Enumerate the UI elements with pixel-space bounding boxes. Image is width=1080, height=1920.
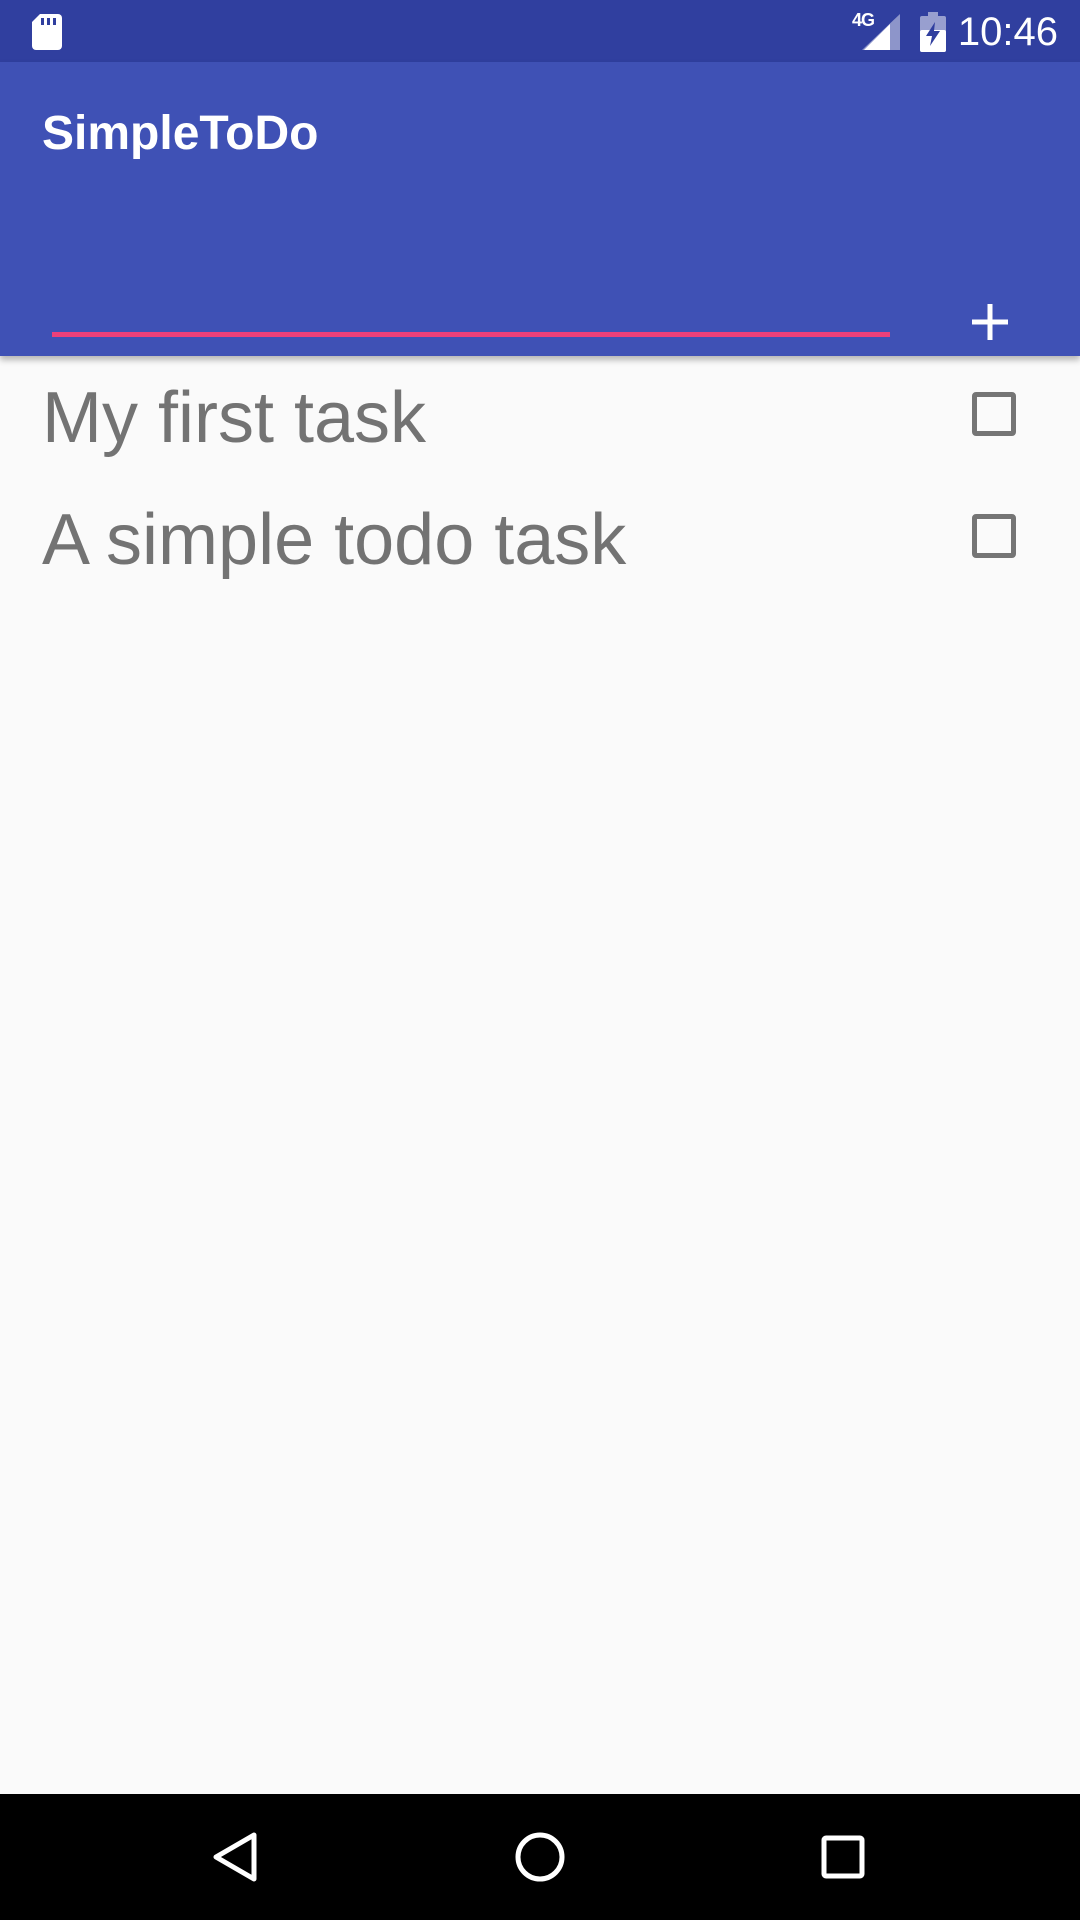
new-task-input[interactable]: [52, 232, 890, 332]
plus-icon: [972, 304, 1008, 340]
add-task-button[interactable]: [950, 282, 1030, 362]
task-checkbox[interactable]: [972, 392, 1016, 436]
task-checkbox[interactable]: [972, 514, 1016, 558]
task-list: My first task A simple todo task: [0, 356, 1080, 595]
home-button[interactable]: [505, 1822, 575, 1892]
recents-button[interactable]: [808, 1822, 878, 1892]
status-time: 10:46: [957, 10, 1058, 54]
signal-icon: [862, 14, 900, 50]
task-label: A simple todo task: [42, 500, 627, 580]
screen: 4G 10:46 SimpleToDo My first task A simp…: [0, 0, 1080, 1920]
battery-charging-icon: [920, 12, 946, 52]
task-item[interactable]: My first task: [0, 356, 1080, 478]
status-bar: 4G 10:46: [0, 0, 1080, 62]
sd-card-icon: [32, 14, 62, 50]
app-bar: SimpleToDo: [0, 62, 1080, 356]
app-title: SimpleToDo: [42, 107, 319, 160]
input-underline: [52, 332, 890, 337]
back-button[interactable]: [200, 1822, 270, 1892]
task-item[interactable]: A simple todo task: [0, 478, 1080, 595]
recents-icon: [821, 1835, 865, 1879]
task-label: My first task: [42, 378, 427, 458]
home-icon: [515, 1832, 565, 1882]
navigation-bar: [0, 1794, 1080, 1920]
back-icon: [213, 1832, 257, 1882]
